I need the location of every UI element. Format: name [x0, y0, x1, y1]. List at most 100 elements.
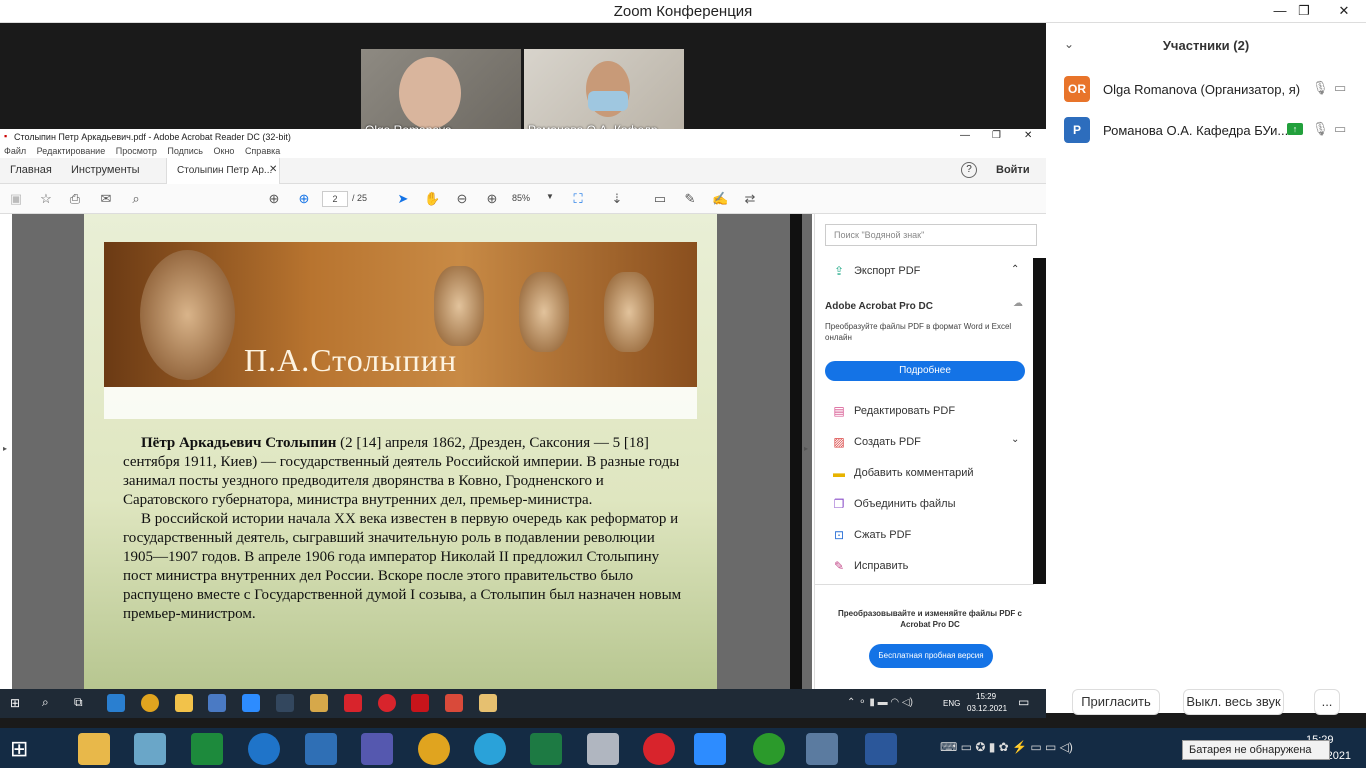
- export-pdf-item[interactable]: ⇪ Экспорт PDF: [831, 264, 920, 284]
- microphone-icon[interactable]: 🎙: [1312, 80, 1329, 96]
- zoom-out-icon[interactable]: ⊖: [454, 191, 470, 207]
- participants-panel: ⌄ Участники (2) OR Olga Romanova (Органи…: [1046, 23, 1366, 715]
- search-input[interactable]: Поиск "Водяной знак": [825, 224, 1037, 246]
- edge-icon: [107, 694, 125, 712]
- camera-icon[interactable]: ▭: [1334, 80, 1346, 96]
- language-indicator: ENG: [943, 699, 961, 708]
- app-icon[interactable]: [134, 733, 166, 765]
- chevron-down-icon[interactable]: ▼: [546, 192, 554, 201]
- help-icon[interactable]: ?: [961, 162, 977, 178]
- promo-text: Преобразуйте файлы PDF в формат Word и E…: [825, 322, 1012, 342]
- document-text: Пётр Аркадьевич Столыпин (2 [14] апреля …: [123, 434, 683, 624]
- page-number-input[interactable]: 2: [322, 191, 348, 207]
- trial-button[interactable]: Бесплатная пробная версия: [869, 644, 993, 668]
- tools-pane: Поиск "Водяной знак" ⇪ Экспорт PDF ⌃ Adob…: [814, 214, 1047, 689]
- close-button[interactable]: ✕: [1024, 130, 1032, 141]
- tool-item[interactable]: ▬ Добавить комментарий: [831, 466, 973, 486]
- comment-icon[interactable]: ▭: [652, 191, 668, 207]
- app-icon[interactable]: [753, 733, 785, 765]
- zoom-in-icon[interactable]: ⊕: [484, 191, 500, 207]
- menu-item[interactable]: Редактирование: [37, 146, 106, 156]
- scroll-mode-icon[interactable]: ⇣: [609, 191, 625, 207]
- calculator-icon[interactable]: [191, 733, 223, 765]
- scrollbar[interactable]: [790, 214, 802, 689]
- mail-icon[interactable]: ✉: [98, 191, 114, 207]
- search-placeholder: Поиск "Водяной знак": [834, 230, 925, 240]
- promo-button[interactable]: Подробнее: [825, 361, 1025, 381]
- tool-item[interactable]: ⊡ Сжать PDF: [831, 528, 911, 548]
- page-up-icon[interactable]: ⊕: [266, 191, 282, 207]
- menu-item[interactable]: Справка: [245, 146, 280, 156]
- file-explorer-icon[interactable]: [78, 733, 110, 765]
- tool-item[interactable]: ✎ Исправить: [831, 559, 908, 579]
- internet-explorer-icon[interactable]: [248, 733, 280, 765]
- login-button[interactable]: Войти: [996, 164, 1030, 176]
- minimize-button[interactable]: —: [960, 130, 970, 141]
- word-icon[interactable]: [865, 733, 897, 765]
- menu-item[interactable]: Просмотр: [116, 146, 157, 156]
- menu-item[interactable]: Окно: [214, 146, 235, 156]
- tool-item[interactable]: ▤ Редактировать PDF: [831, 404, 955, 424]
- paragraph: Пётр Аркадьевич Столыпин (2 [14] апреля …: [123, 434, 683, 510]
- tool-label: Объединить файлы: [854, 497, 956, 510]
- tool-item[interactable]: ▨ Создать PDF: [831, 435, 921, 455]
- star-icon[interactable]: ☆: [38, 191, 54, 207]
- pen-icon[interactable]: ✎: [682, 191, 698, 207]
- page-down-icon[interactable]: ⊕: [296, 191, 312, 207]
- telegram-icon[interactable]: [474, 733, 506, 765]
- menu-item[interactable]: Файл: [4, 146, 26, 156]
- teams-icon[interactable]: [361, 733, 393, 765]
- tab-document[interactable]: Столыпин Петр Ар... ✕: [166, 158, 280, 184]
- windows-icon: ⊞: [10, 696, 21, 710]
- close-button[interactable]: ✕: [1324, 0, 1364, 22]
- cursor-icon[interactable]: ➤: [395, 191, 411, 207]
- chrome-icon[interactable]: [418, 733, 450, 765]
- expand-panel-icon[interactable]: ▸: [3, 444, 7, 453]
- camera-icon[interactable]: ▭: [1334, 121, 1346, 137]
- menu-item[interactable]: Подпись: [167, 146, 203, 156]
- word-icon: [208, 694, 226, 712]
- battery-tooltip: Батарея не обнаружена: [1182, 740, 1330, 760]
- mute-all-button[interactable]: Выкл. весь звук: [1183, 689, 1284, 715]
- tool-label: Сжать PDF: [854, 528, 912, 541]
- maximize-button[interactable]: ❐: [1288, 0, 1320, 22]
- expand-pane-icon[interactable]: ▸: [804, 444, 808, 453]
- excel-icon[interactable]: [530, 733, 562, 765]
- tab-bar: Главная Инструменты Столыпин Петр Ар... …: [0, 158, 1046, 184]
- tab-home[interactable]: Главная: [10, 164, 52, 176]
- opera-icon[interactable]: [643, 733, 675, 765]
- invite-button[interactable]: Пригласить: [1072, 689, 1160, 715]
- close-icon[interactable]: ✕: [269, 164, 277, 175]
- fit-page-icon[interactable]: ⛶: [570, 191, 586, 207]
- windows-start-icon[interactable]: ⊞: [10, 736, 28, 762]
- save-icon[interactable]: ▣: [8, 191, 24, 207]
- clock-time: 15:29: [976, 692, 997, 701]
- app-icon[interactable]: [806, 733, 838, 765]
- microphone-icon[interactable]: 🎙: [1312, 121, 1329, 137]
- avatar: Р: [1064, 117, 1090, 143]
- maximize-button[interactable]: ❐: [992, 130, 1001, 141]
- print-icon[interactable]: ⎙: [67, 191, 83, 207]
- zoom-icon[interactable]: [694, 733, 726, 765]
- bold-name: Пётр Аркадьевич Столыпин: [141, 435, 337, 451]
- video-tile[interactable]: Романова О.А. Кафедр...: [524, 49, 684, 139]
- chevron-down-icon[interactable]: ⌄: [1011, 434, 1019, 445]
- sign-icon[interactable]: ✍: [712, 191, 728, 207]
- scrollbar[interactable]: [1033, 258, 1047, 584]
- paint-icon[interactable]: [587, 733, 619, 765]
- tray-icons[interactable]: ⌨ ▭ ✪ ▮ ✿ ⚡ ▭ ▭ ◁): [940, 740, 1073, 754]
- tab-tools[interactable]: Инструменты: [71, 164, 140, 176]
- zoom-select[interactable]: 85%: [512, 193, 530, 203]
- acrobat-titlebar: ▪ Столыпин Петр Аркадьевич.pdf - Adobe A…: [0, 129, 1046, 145]
- document-viewport[interactable]: ▸ П.А.Столыпин Пётр Аркадьевич Столыпин …: [0, 214, 812, 689]
- participant-name: Романова О.А. Кафедра БУи...: [1103, 123, 1289, 138]
- app-icon[interactable]: [305, 733, 337, 765]
- tool-label: Редактировать PDF: [854, 404, 956, 417]
- tool-item[interactable]: ❐ Объединить файлы: [831, 497, 956, 517]
- search-icon[interactable]: ⌕: [128, 191, 144, 207]
- hand-icon[interactable]: ✋: [424, 191, 440, 207]
- chevron-up-icon[interactable]: ⌃: [1011, 264, 1019, 275]
- share-icon[interactable]: ⇄: [742, 191, 758, 207]
- more-button[interactable]: ...: [1314, 689, 1340, 715]
- video-tile[interactable]: Olga Romanova: [361, 49, 521, 139]
